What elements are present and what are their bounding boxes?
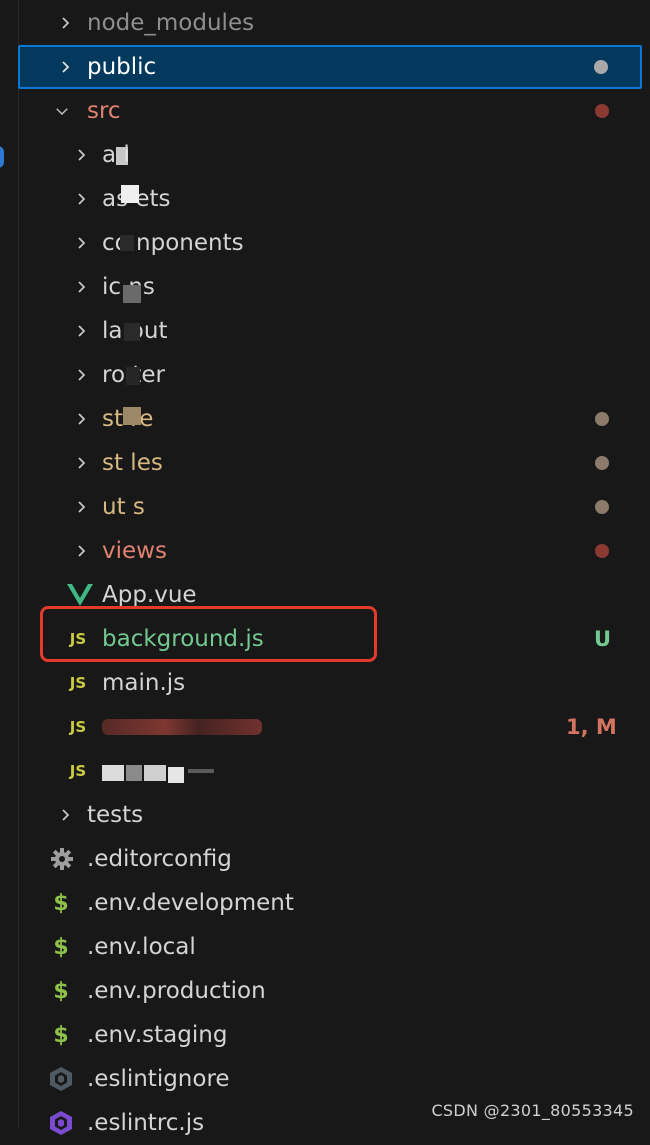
tree-item-label: .eslintrc.js: [87, 1110, 205, 1136]
tree-item-env-development[interactable]: $ .env.development: [0, 881, 650, 925]
tree-item-api[interactable]: a i: [0, 133, 650, 177]
dollar-icon: $: [53, 934, 69, 960]
chevron-right-icon: [60, 61, 72, 73]
tree-item-label: .env.local: [87, 934, 196, 960]
chevron-down-icon: [56, 105, 68, 117]
file-explorer: node_modules public src a i as ets: [0, 0, 650, 1136]
tree-item-label: .editorconfig: [87, 846, 232, 872]
chevron-right-icon: [76, 149, 88, 161]
chevron-right-icon: [76, 457, 88, 469]
tree-item-redacted-js[interactable]: JS 1, M: [0, 705, 650, 749]
gear-icon: [50, 837, 74, 881]
tree-item-components[interactable]: co nponents: [0, 221, 650, 265]
tree-item-tests[interactable]: tests: [0, 793, 650, 837]
redaction-mark: [126, 367, 140, 385]
tree-item-label: .eslintignore: [87, 1066, 230, 1092]
dollar-icon: $: [53, 890, 69, 916]
tree-item-label: ut s: [102, 494, 145, 520]
redaction-mark: [126, 765, 142, 781]
redaction-mark: [144, 765, 166, 781]
tree-item-assets[interactable]: as ets: [0, 177, 650, 221]
untracked-badge: U: [594, 627, 612, 651]
tree-item-label: node_modules: [87, 10, 255, 36]
chevron-right-icon: [76, 237, 88, 249]
tree-item-env-local[interactable]: $ .env.local: [0, 925, 650, 969]
annotation-highlight-box: [40, 606, 377, 662]
tree-item-redacted-js[interactable]: JS: [0, 749, 650, 793]
redaction-mark: [102, 765, 124, 781]
tree-item-layout[interactable]: la out: [0, 309, 650, 353]
redaction-mark: [188, 769, 214, 773]
eslint-hex-icon: [48, 1101, 74, 1145]
problem-badge: 1, M: [566, 715, 617, 739]
chevron-right-icon: [76, 413, 88, 425]
dollar-icon: $: [53, 1022, 69, 1048]
tree-item-store[interactable]: st re: [0, 397, 650, 441]
modified-dot: [595, 456, 609, 470]
tree-item-public[interactable]: public: [18, 45, 642, 89]
chevron-right-icon: [76, 193, 88, 205]
dollar-icon: $: [53, 978, 69, 1004]
js-icon: JS: [69, 674, 87, 692]
error-dot: [595, 544, 609, 558]
modified-dot: [595, 500, 609, 514]
chevron-right-icon: [76, 501, 88, 513]
redaction-mark: [116, 147, 128, 165]
error-dot: [595, 104, 609, 118]
tree-item-editorconfig[interactable]: .editorconfig: [0, 837, 650, 881]
tree-item-views[interactable]: views: [0, 529, 650, 573]
tree-item-label: .env.development: [87, 890, 294, 916]
tree-item-node-modules[interactable]: node_modules: [0, 1, 650, 45]
tree-item-icons[interactable]: ic ns: [0, 265, 650, 309]
chevron-right-icon: [76, 369, 88, 381]
redaction-mark: [102, 719, 262, 735]
watermark: CSDN @2301_80553345: [431, 1101, 634, 1120]
redaction-mark: [121, 185, 139, 203]
tree-item-main-js[interactable]: JS main.js: [0, 661, 650, 705]
redaction-mark: [123, 407, 141, 425]
redaction-mark: [123, 285, 141, 303]
tree-item-label: main.js: [102, 670, 186, 696]
redaction-mark: [124, 323, 140, 341]
tree-item-label: views: [102, 538, 167, 564]
tree-item-label: .env.production: [87, 978, 266, 1004]
js-icon: JS: [69, 718, 87, 736]
tree-item-label: src: [87, 98, 121, 124]
redaction-mark: [168, 767, 184, 783]
modified-dot: [594, 60, 608, 74]
chevron-right-icon: [76, 545, 88, 557]
chevron-right-icon: [76, 281, 88, 293]
modified-dot: [595, 412, 609, 426]
tree-item-label: public: [87, 54, 157, 80]
chevron-right-icon: [60, 17, 72, 29]
js-icon: JS: [69, 762, 87, 780]
eslint-circle-icon: [48, 1057, 74, 1101]
tree-item-src[interactable]: src: [0, 89, 650, 133]
tree-item-label: .env.staging: [87, 1022, 228, 1048]
tree-item-router[interactable]: ro ter: [0, 353, 650, 397]
tree-item-label: st les: [102, 450, 163, 476]
tree-item-utils[interactable]: ut s: [0, 485, 650, 529]
chevron-right-icon: [60, 809, 72, 821]
tree-item-eslintignore[interactable]: .eslintignore: [0, 1057, 650, 1101]
chevron-right-icon: [76, 325, 88, 337]
tree-item-env-staging[interactable]: $ .env.staging: [0, 1013, 650, 1057]
tree-item-label: tests: [87, 802, 144, 828]
tree-item-env-production[interactable]: $ .env.production: [0, 969, 650, 1013]
redaction-mark: [120, 235, 134, 251]
tree-item-styles[interactable]: st les: [0, 441, 650, 485]
